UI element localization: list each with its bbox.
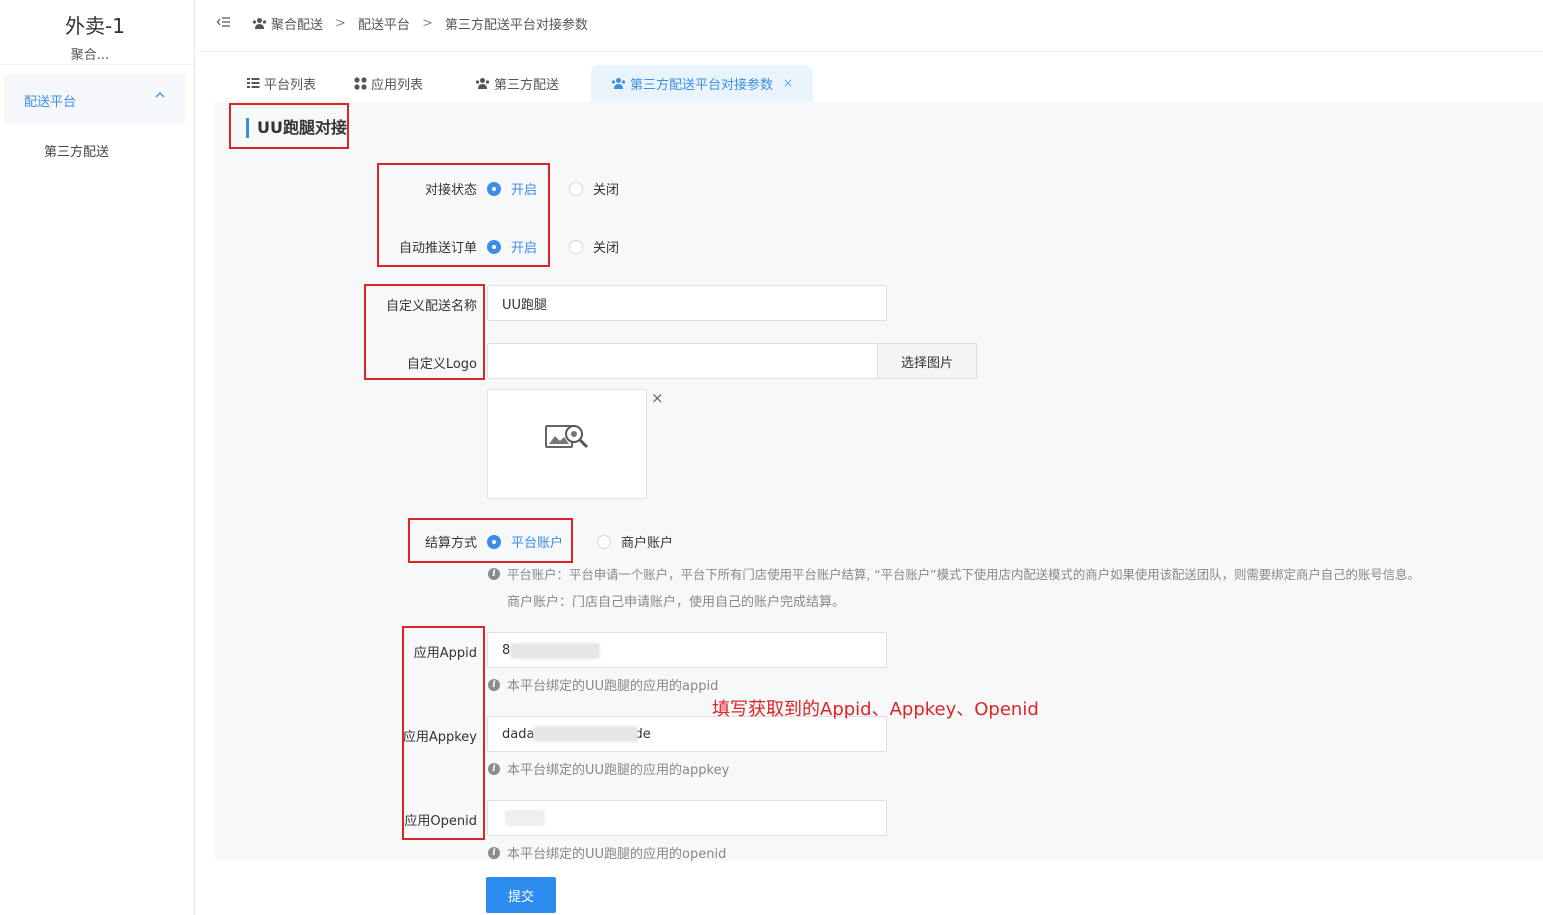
section-title: UU跑腿对接 [246, 118, 347, 138]
appid-hint: i 本平台绑定的UU跑腿的应用的appid [488, 675, 718, 694]
info-icon: i [488, 678, 500, 691]
menu-collapse-icon[interactable] [216, 14, 232, 30]
breadcrumb-separator: > [421, 16, 433, 31]
submit-button[interactable]: 提交 [486, 877, 556, 913]
radio-label: 商户账户 [621, 536, 674, 551]
redacted-mask [533, 726, 638, 742]
top-header: 聚合配送 > 配送平台 > 第三方配送平台对接参数 [196, 0, 1543, 52]
sidebar-menu-label: 配送平台 [24, 95, 77, 110]
dock-status-off-radio[interactable]: 关闭 [569, 179, 619, 198]
list-icon [247, 78, 260, 88]
sidebar-item-third-party-delivery[interactable]: 第三方配送 [44, 141, 109, 160]
appkey-value-prefix: dada [502, 726, 535, 742]
appid-hint-text: 本平台绑定的UU跑腿的应用的appid [507, 679, 719, 694]
appid-label: 应用Appid [413, 646, 477, 661]
sidebar: 外卖-1 聚合... 配送平台 第三方配送 [0, 0, 195, 915]
radio-unchecked-icon [569, 239, 583, 254]
radio-checked-icon [487, 181, 501, 196]
info-icon: i [488, 762, 500, 775]
tab-bar: 平台列表 应用列表 第三方配送 第三方配送平台对接参数 × [196, 53, 1543, 101]
choose-image-button[interactable]: 选择图片 [877, 343, 977, 379]
users-icon [611, 77, 626, 89]
radio-checked-icon [487, 239, 501, 254]
logo-preview [487, 389, 647, 499]
annotation-text: 填写获取到的Appid、Appkey、Openid [712, 699, 1039, 720]
settlement-platform-radio[interactable]: 平台账户 [487, 532, 563, 551]
breadcrumb-item-current: 第三方配送平台对接参数 [444, 18, 588, 33]
footer-bar [215, 860, 1543, 915]
image-search-icon [545, 425, 589, 449]
grid-icon [354, 76, 367, 90]
info-icon: i [488, 846, 500, 859]
appkey-hint-text: 本平台绑定的UU跑腿的应用的appkey [507, 763, 730, 778]
tab-platform-list[interactable]: 平台列表 [247, 65, 316, 101]
logo-placeholder [493, 395, 641, 477]
openid-hint-text: 本平台绑定的UU跑腿的应用的openid [507, 847, 727, 862]
breadcrumb-item-aggregate-delivery[interactable]: 聚合配送 [252, 14, 323, 33]
close-icon[interactable]: × [783, 76, 793, 90]
users-icon [475, 77, 490, 89]
settlement-merchant-radio[interactable]: 商户账户 [597, 532, 673, 551]
breadcrumb-label: 聚合配送 [271, 18, 324, 33]
tab-third-party-params[interactable]: 第三方配送平台对接参数 × [591, 65, 814, 101]
app-subtitle[interactable]: 聚合... [0, 44, 180, 63]
radio-checked-icon [487, 534, 501, 549]
radio-label: 平台账户 [511, 536, 564, 551]
auto-push-on-radio[interactable]: 开启 [487, 237, 537, 256]
tab-label: 平台列表 [264, 77, 317, 93]
custom-name-input[interactable]: UU跑腿 [487, 285, 887, 321]
tab-app-list[interactable]: 应用列表 [354, 65, 423, 101]
openid-input[interactable] [487, 800, 887, 836]
breadcrumb-item-delivery-platform[interactable]: 配送平台 [358, 14, 410, 33]
tab-label: 应用列表 [371, 77, 424, 93]
openid-hint: i 本平台绑定的UU跑腿的应用的openid [488, 843, 726, 862]
radio-label: 开启 [511, 183, 538, 198]
settlement-hint: i 平台账户：平台申请一个账户，平台下所有门店使用平台账户结算, “平台账户”模… [488, 565, 1420, 583]
radio-label: 关闭 [593, 241, 620, 256]
settlement-label: 结算方式 [424, 536, 477, 551]
redacted-mask [505, 810, 545, 826]
tab-label: 第三方配送 [494, 77, 560, 93]
chevron-up-icon [155, 92, 165, 98]
sidebar-menu-delivery-platform[interactable]: 配送平台 [4, 74, 186, 124]
radio-label: 开启 [511, 241, 538, 256]
custom-name-label: 自定义配送名称 [385, 299, 477, 314]
info-icon: i [488, 568, 500, 580]
radio-label: 关闭 [593, 183, 620, 198]
appkey-hint: i 本平台绑定的UU跑腿的应用的appkey [488, 759, 729, 778]
app-title: 外卖-1 [65, 14, 125, 38]
tab-label: 第三方配送平台对接参数 [630, 77, 774, 93]
appkey-label: 应用Appkey [402, 730, 477, 745]
redacted-mask [510, 643, 600, 659]
tab-third-party-delivery[interactable]: 第三方配送 [475, 65, 559, 101]
radio-unchecked-icon [569, 181, 583, 196]
remove-logo-icon[interactable]: × [651, 389, 664, 407]
sidebar-divider [0, 64, 194, 65]
custom-logo-input[interactable] [487, 343, 878, 379]
custom-logo-label: 自定义Logo [406, 357, 477, 372]
settlement-hint-text: 平台账户：平台申请一个账户，平台下所有门店使用平台账户结算, “平台账户”模式下… [507, 567, 1420, 582]
users-icon [252, 18, 267, 29]
breadcrumb-separator: > [335, 16, 346, 31]
auto-push-label: 自动推送订单 [398, 241, 477, 256]
dock-status-on-radio[interactable]: 开启 [487, 179, 537, 198]
radio-unchecked-icon [597, 534, 611, 549]
settlement-hint-line2: 商户账户：门店自己申请账户，使用自己的账户完成结算。 [507, 595, 846, 610]
auto-push-off-radio[interactable]: 关闭 [569, 237, 619, 256]
breadcrumb: 聚合配送 > 配送平台 > 第三方配送平台对接参数 [252, 14, 588, 33]
openid-label: 应用Openid [404, 814, 477, 829]
dock-status-label: 对接状态 [424, 183, 477, 198]
